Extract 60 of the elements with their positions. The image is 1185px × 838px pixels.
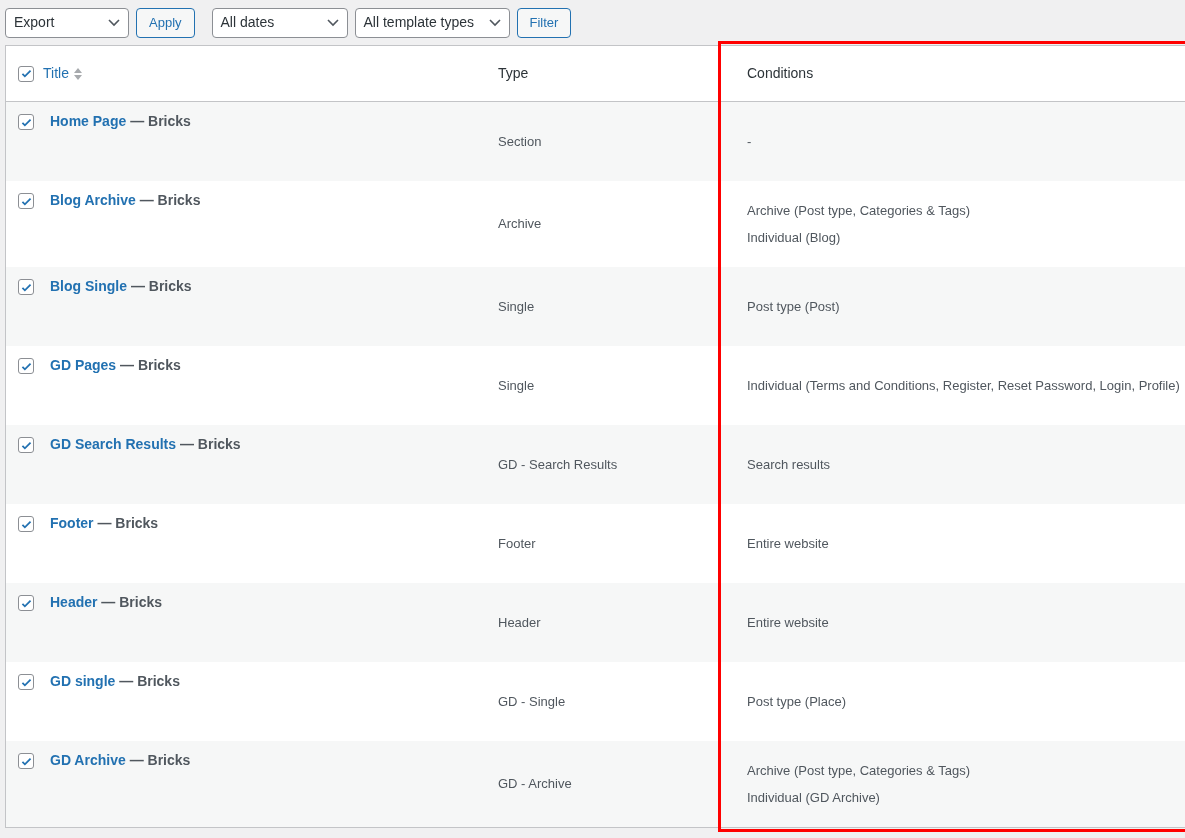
column-header: Conditions <box>747 65 814 81</box>
dropdown[interactable]: All dates <box>211 7 348 38</box>
checkbox[interactable] <box>18 674 34 690</box>
table-cell-text: Post type (Post) <box>747 297 840 316</box>
table-cell-text: GD - Archive <box>498 775 572 794</box>
title-link[interactable]: Footer <box>50 515 94 531</box>
chevron-down-icon <box>488 18 501 27</box>
checkbox[interactable] <box>18 358 34 374</box>
template-title: Home Page — Bricks <box>50 113 191 129</box>
table-cell-text: Header <box>498 613 541 632</box>
dropdown[interactable]: Export <box>5 7 129 38</box>
table-cell-text: Search results <box>747 455 831 474</box>
checkbox[interactable] <box>18 595 34 611</box>
checkbox[interactable] <box>18 753 34 769</box>
title-link[interactable]: Blog Archive <box>50 192 136 208</box>
template-title: Footer — Bricks <box>50 515 159 531</box>
template-title: GD Archive — Bricks <box>50 752 191 768</box>
chevron-down-icon <box>326 18 339 27</box>
title-column-header[interactable]: Title <box>43 63 69 84</box>
table-cell-text: Individual (GD Archive) <box>747 789 881 807</box>
title-link[interactable]: GD Archive <box>50 752 126 768</box>
dropdown[interactable]: All template types <box>354 7 510 38</box>
table-cell-text: Archive (Post type, Categories & Tags) <box>747 201 971 220</box>
filter-button[interactable]: Filter <box>516 7 572 38</box>
checkbox[interactable] <box>18 437 34 453</box>
table-cell-text: Footer <box>498 534 536 553</box>
title-link[interactable]: Blog Single <box>50 278 127 294</box>
table-cell-text: Archive (Post type, Categories & Tags) <box>747 761 971 780</box>
apply-button[interactable]: Apply <box>136 7 195 38</box>
checkbox[interactable] <box>18 193 34 209</box>
title-link[interactable]: Header <box>50 594 98 610</box>
table-cell-text: Individual (Blog) <box>747 229 842 247</box>
template-title: GD Search Results — Bricks <box>50 436 241 452</box>
table-cell-text: GD - Single <box>498 692 566 711</box>
table-cell-text: Entire website <box>747 613 829 632</box>
table-cell-text: Single <box>498 376 535 395</box>
template-title: GD Pages — Bricks <box>50 357 181 373</box>
column-header: Type <box>498 65 529 81</box>
title-link[interactable]: GD Search Results <box>50 436 177 452</box>
checkbox[interactable] <box>18 516 34 532</box>
title-link[interactable]: GD Pages <box>50 357 117 373</box>
template-title: Header — Bricks <box>50 594 163 610</box>
table-cell-text: - <box>747 132 752 151</box>
table-cell-text: GD - Search Results <box>498 455 618 474</box>
checkbox[interactable] <box>18 279 34 295</box>
template-title: GD single — Bricks <box>50 673 180 689</box>
checkbox[interactable] <box>18 65 34 82</box>
table-cell-text: Archive <box>498 215 542 234</box>
table-cell-text: Section <box>498 132 542 151</box>
checkbox[interactable] <box>18 114 34 130</box>
table-cell-text: Single <box>498 297 535 316</box>
chevron-down-icon <box>108 18 120 27</box>
template-title: Blog Single — Bricks <box>50 278 192 294</box>
title-link[interactable]: GD single <box>50 673 116 689</box>
checkmark-icon <box>19 67 33 80</box>
title-link[interactable]: Home Page <box>50 113 127 129</box>
table-cell-text: Individual (Terms and Conditions, Register, Reset Password, Login, Profile) <box>747 376 1180 395</box>
table-cell-text: Post type (Place) <box>747 692 846 711</box>
table-cell-text: Entire website <box>747 534 829 553</box>
template-title: Blog Archive — Bricks <box>50 192 201 208</box>
